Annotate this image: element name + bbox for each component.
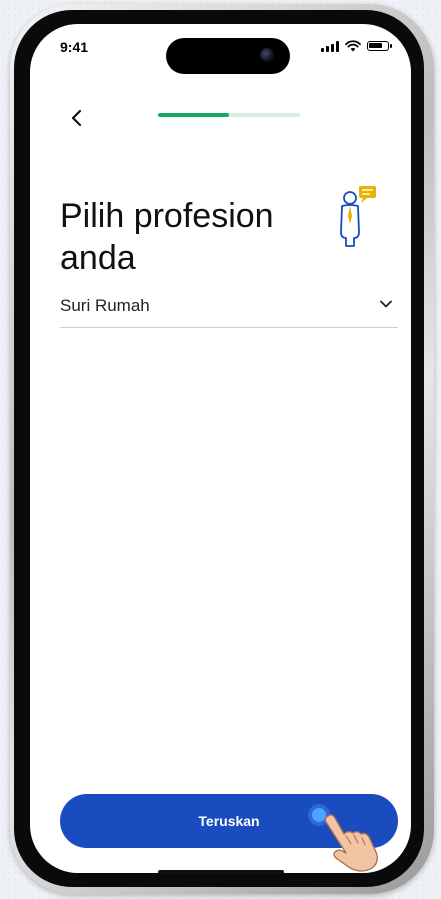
pointing-hand-icon	[324, 814, 378, 872]
chevron-left-icon	[71, 109, 82, 127]
cellular-signal-icon	[321, 40, 339, 52]
profession-select[interactable]: Suri Rumah	[60, 286, 398, 328]
app-screen: 9:41 Pilih profesion anda Suri Rumah Ter…	[30, 24, 411, 873]
front-camera	[260, 48, 274, 62]
status-time: 9:41	[60, 39, 89, 55]
battery-icon	[367, 41, 392, 51]
wifi-icon	[345, 40, 361, 52]
onboarding-progress-bar	[158, 113, 300, 117]
chevron-down-icon	[380, 300, 392, 308]
dynamic-island	[166, 38, 290, 74]
back-button[interactable]	[62, 104, 90, 132]
continue-button-label: Teruskan	[198, 813, 260, 829]
page-title: Pilih profesion anda	[60, 196, 274, 277]
status-icons	[321, 40, 392, 52]
professional-person-icon	[340, 186, 376, 247]
progress-fill	[158, 113, 229, 117]
home-indicator	[158, 870, 284, 873]
profession-select-value: Suri Rumah	[60, 296, 150, 315]
